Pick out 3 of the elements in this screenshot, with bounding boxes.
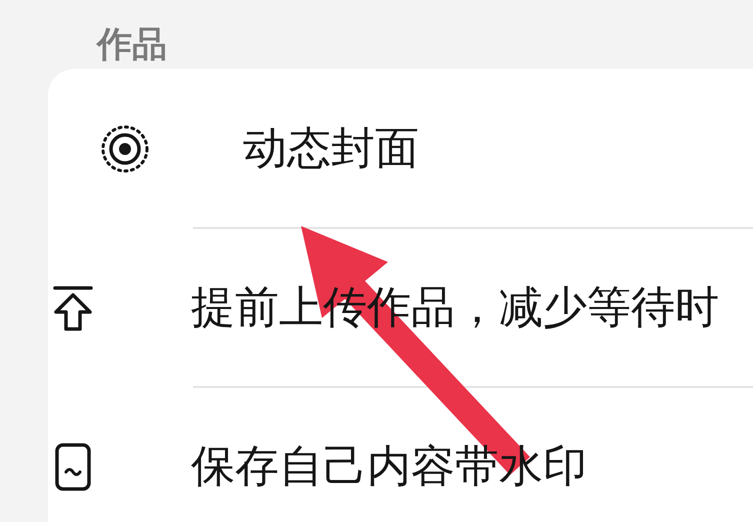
section-title: 作品: [97, 24, 167, 66]
menu-item[interactable]: 动态封面: [243, 122, 419, 174]
target-icon: [100, 124, 150, 174]
